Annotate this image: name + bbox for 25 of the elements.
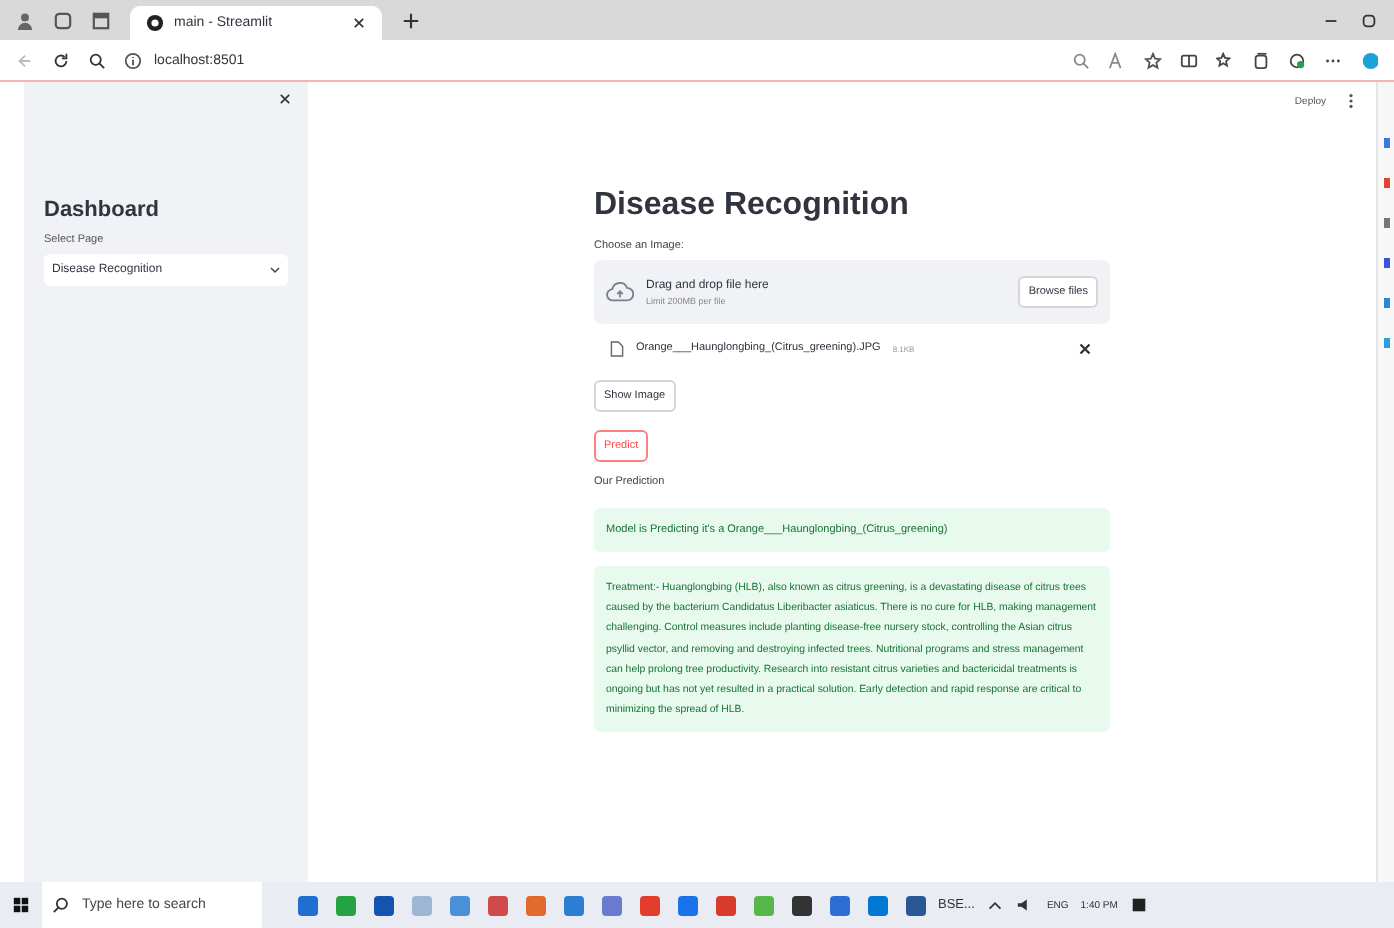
page-title: Disease Recognition [594,188,909,224]
workspaces-icon[interactable] [54,11,72,29]
new-tab-icon[interactable] [402,11,420,29]
cloud-upload-icon [606,282,634,302]
zoom-icon[interactable] [1072,51,1090,69]
read-aloud-icon[interactable] [1108,51,1126,69]
file-icon [610,339,624,357]
restore-icon[interactable] [1360,11,1378,29]
chevron-down-icon [270,266,280,274]
windows-start-icon[interactable] [12,896,30,914]
remove-icon[interactable] [1076,339,1094,357]
sidebar-title: Dashboard [44,198,161,222]
close-icon[interactable] [352,16,366,30]
split-screen-icon[interactable] [1180,51,1198,69]
info-icon [124,51,142,69]
notification-icon[interactable] [1129,896,1148,914]
profile-icon[interactable] [16,11,34,29]
close-icon[interactable] [278,92,292,106]
search-icon[interactable] [88,51,106,69]
favorites-icon[interactable] [1216,51,1234,69]
chevron-up-icon[interactable] [986,896,1005,914]
tab-actions-icon[interactable] [92,11,110,29]
search-icon [52,896,70,914]
refresh-icon[interactable] [52,51,70,69]
star-icon[interactable] [1144,51,1162,69]
